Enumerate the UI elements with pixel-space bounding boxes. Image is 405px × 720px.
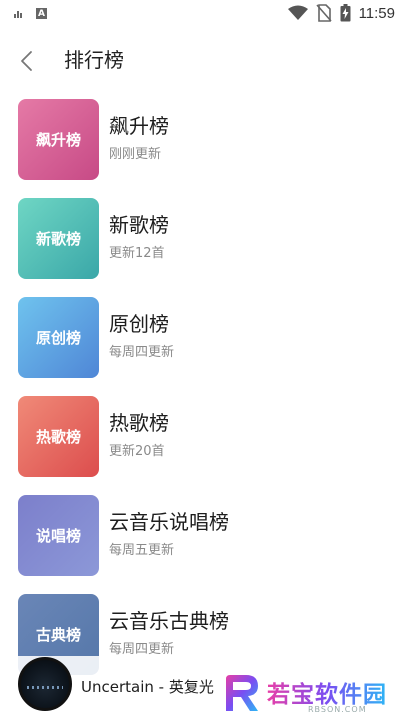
- chart-title: 原创榜: [109, 312, 169, 336]
- chart-row-soaring[interactable]: 飙升榜 飙升榜 刚刚更新: [0, 92, 405, 191]
- chart-update-info: 刚刚更新: [109, 147, 162, 162]
- watermark-text: 若宝软件园: [267, 675, 387, 709]
- chart-update-info: 更新12首: [109, 246, 165, 261]
- page-title: 排行榜: [64, 48, 124, 72]
- now-playing-title: Uncertain - 英复光: [81, 678, 214, 696]
- no-sim-icon: [315, 4, 332, 22]
- back-arrow-icon[interactable]: [14, 47, 42, 75]
- watermark-logo: 若宝软件园 RBSON.COM: [222, 671, 392, 717]
- signal-bars-icon: [14, 9, 22, 18]
- chart-title: 云音乐说唱榜: [109, 510, 229, 534]
- chart-cover: 热歌榜: [18, 396, 99, 477]
- text-a-icon: A: [36, 8, 47, 19]
- chart-title: 飙升榜: [109, 114, 169, 138]
- chart-title: 云音乐古典榜: [109, 609, 229, 633]
- chart-update-info: 每周四更新: [109, 345, 175, 360]
- chart-cover: 新歌榜: [18, 198, 99, 279]
- chart-update-info: 更新20首: [109, 444, 165, 459]
- battery-charging-icon: [340, 4, 351, 22]
- chart-cover: 原创榜: [18, 297, 99, 378]
- chart-cover: 说唱榜: [18, 495, 99, 576]
- watermark-url: RBSON.COM: [308, 705, 367, 714]
- chart-title: 热歌榜: [109, 411, 169, 435]
- chart-update-info: 每周五更新: [109, 543, 175, 558]
- chart-row-hot-songs[interactable]: 热歌榜 热歌榜 更新20首: [0, 389, 405, 488]
- app-header: 排行榜: [0, 38, 405, 82]
- chart-row-rap[interactable]: 说唱榜 云音乐说唱榜 每周五更新: [0, 488, 405, 587]
- watermark-r-logo-icon: [226, 675, 258, 711]
- album-art[interactable]: [18, 657, 72, 711]
- chart-cover: 飙升榜: [18, 99, 99, 180]
- status-bar: A 11:59: [0, 0, 405, 28]
- chart-row-new-songs[interactable]: 新歌榜 新歌榜 更新12首: [0, 191, 405, 290]
- chart-row-original[interactable]: 原创榜 原创榜 每周四更新: [0, 290, 405, 389]
- wifi-icon: [287, 5, 308, 20]
- chart-title: 新歌榜: [109, 213, 169, 237]
- status-time: 11:59: [358, 4, 395, 22]
- album-art-city-lights: [27, 686, 63, 689]
